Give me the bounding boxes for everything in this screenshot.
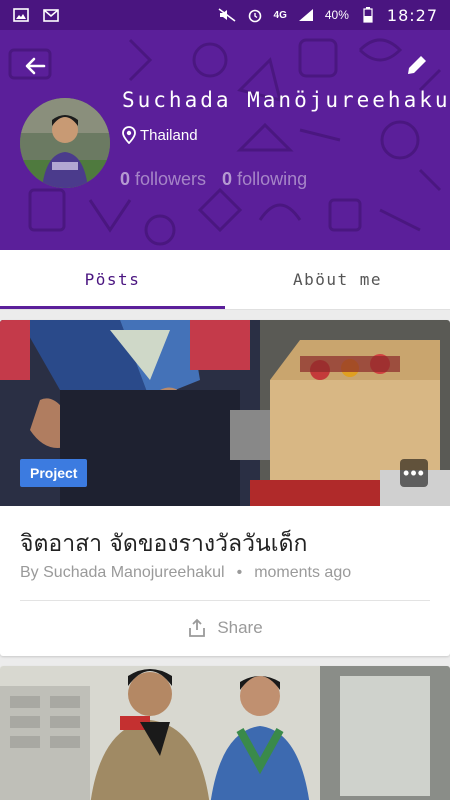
signal-icon — [297, 7, 315, 23]
tab-about-me[interactable]: Aböut me — [225, 250, 450, 309]
profile-location: Thailand — [122, 126, 198, 144]
followers-count: 0 — [120, 169, 131, 189]
post-image[interactable] — [0, 666, 450, 800]
post-photo — [0, 666, 450, 800]
network-type: 4G — [273, 9, 287, 21]
post-card[interactable]: Project ••• จิตอาสา จัดของรางวัลวันเด็ก … — [0, 320, 450, 656]
gmail-icon — [42, 7, 60, 23]
battery-percent: 40% — [324, 8, 349, 22]
follow-stats: 0 followers 0 following — [120, 169, 307, 190]
profile-header: Suchada Manöjureehakul Thailand 0 followe… — [0, 30, 450, 250]
back-button[interactable] — [22, 52, 50, 80]
post-meta: By Suchada Manojureehakul • moments ago — [20, 564, 351, 582]
avatar[interactable] — [20, 98, 110, 188]
post-title[interactable]: จิตอาสา จัดของรางวัลวันเด็ก — [20, 526, 307, 562]
pencil-icon — [408, 56, 426, 74]
following-label: following — [237, 169, 308, 189]
post-author: By Suchada Manojureehakul — [20, 564, 225, 581]
edit-profile-button[interactable] — [404, 52, 432, 80]
tab-posts[interactable]: Pösts — [0, 250, 225, 309]
avatar-photo — [20, 98, 110, 188]
status-bar: 4G 40% 18:27 — [0, 0, 450, 30]
post-card[interactable] — [0, 666, 450, 800]
share-label: Share — [217, 618, 263, 637]
post-image[interactable]: Project ••• — [0, 320, 450, 506]
following-count: 0 — [222, 169, 233, 189]
mute-icon — [218, 7, 236, 23]
location-text: Thailand — [140, 126, 198, 144]
location-pin-icon — [122, 126, 136, 144]
meta-separator-dot: • — [236, 564, 243, 581]
arrow-left-icon — [25, 57, 46, 75]
post-time: moments ago — [254, 564, 352, 581]
battery-icon — [359, 7, 377, 23]
clock: 18:27 — [386, 5, 438, 25]
share-icon — [189, 618, 206, 637]
profile-tabs: Pösts Aböut me — [0, 250, 450, 310]
alarm-icon — [246, 7, 264, 23]
profile-name: Suchada Manöjureehakul — [122, 88, 450, 112]
divider — [20, 600, 430, 601]
share-button[interactable]: Share — [0, 618, 450, 638]
following-link[interactable]: 0 following — [222, 169, 307, 190]
category-badge: Project — [20, 459, 88, 487]
gallery-icon — [12, 7, 30, 23]
more-options-button[interactable]: ••• — [400, 459, 428, 487]
followers-label: followers — [135, 169, 207, 189]
followers-link[interactable]: 0 followers — [120, 169, 206, 190]
more-dots-icon: ••• — [403, 462, 425, 483]
